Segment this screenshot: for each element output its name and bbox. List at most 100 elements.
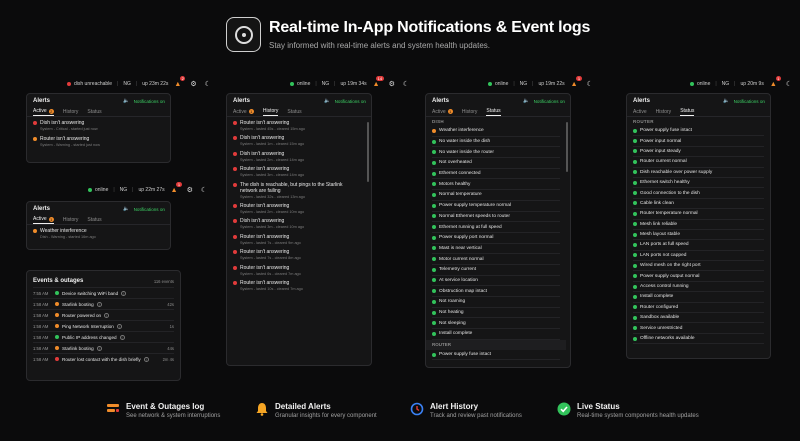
tab-active[interactable]: Active 2: [33, 107, 54, 116]
status-label: No water inside the router: [439, 149, 494, 155]
speaker-icon[interactable]: 🔈: [123, 206, 129, 212]
status-label: Weather interference: [439, 128, 484, 134]
tab-active[interactable]: Active 1: [33, 215, 54, 224]
status-label: Not heating: [439, 310, 464, 316]
alert-history-item[interactable]: Router isn't answering System - lasted 3m…: [233, 166, 361, 177]
speaker-icon[interactable]: 🔈: [324, 98, 330, 104]
alert-history-item[interactable]: Router isn't answering System - lasted 2m…: [233, 203, 361, 214]
event-row[interactable]: 1:58 AM Ping Network Interruption i 1s: [33, 320, 174, 331]
alert-history-item[interactable]: Dish isn't answering System - lasted 2m -…: [233, 151, 361, 162]
alert-item[interactable]: Weather interference Dish - Warning - sta…: [33, 228, 164, 239]
speaker-icon[interactable]: 🔈: [723, 98, 729, 104]
info-icon[interactable]: i: [143, 356, 149, 362]
status-item: Service unrestricted: [633, 323, 764, 334]
bell-icon[interactable]: ▲ 2: [173, 75, 186, 89]
tab-history[interactable]: History: [462, 107, 478, 116]
notifications-toggle[interactable]: Notifications on: [734, 99, 765, 104]
info-icon[interactable]: i: [121, 290, 127, 296]
speaker-icon[interactable]: 🔈: [123, 98, 129, 104]
settings-icon[interactable]: ⚙: [389, 80, 395, 88]
theme-toggle-icon[interactable]: ☾: [201, 186, 207, 194]
scrollbar[interactable]: [566, 122, 568, 172]
status-label: Motor current normal: [439, 256, 484, 262]
theme-toggle-icon[interactable]: ☾: [205, 80, 211, 88]
status-dot-icon: [633, 263, 637, 268]
page-title: Real-time In-App Notifications & Event l…: [269, 19, 591, 36]
alert-history-item[interactable]: Router isn't answering System - lasted 6s…: [233, 265, 361, 276]
info-icon[interactable]: i: [96, 301, 102, 307]
tab-status[interactable]: Status: [486, 107, 501, 116]
tab-active[interactable]: Active: [633, 107, 647, 116]
settings-icon[interactable]: ⚙: [187, 186, 193, 194]
scrollbar[interactable]: [367, 122, 369, 182]
alert-history-item[interactable]: Router isn't answering System - lasted 7s…: [233, 249, 361, 260]
notifications-toggle[interactable]: Notifications on: [134, 99, 165, 104]
tab-active[interactable]: Active 1: [233, 107, 254, 116]
event-row[interactable]: 1:58 AM Starlink booting i 42s: [33, 298, 174, 309]
bell-icon[interactable]: ▲ 1: [769, 75, 781, 89]
status-dot-icon: [432, 235, 436, 240]
alert-history-item[interactable]: The dish is reachable, but pings to the …: [233, 182, 361, 199]
status-label: LAN ports not capped: [640, 252, 687, 258]
status-label: Not overheated: [439, 160, 472, 166]
status-dot-icon: [633, 149, 637, 154]
settings-icon[interactable]: ⚙: [190, 80, 196, 88]
bell-icon[interactable]: ▲ 1: [570, 75, 582, 89]
speaker-icon[interactable]: 🔈: [523, 98, 529, 104]
tab-history[interactable]: History: [656, 107, 672, 116]
event-row[interactable]: 1:58 AM Router lost contact with the dish…: [33, 353, 174, 364]
uptime-label: up 22m 27s: [138, 187, 165, 193]
status-label: Power supply fuse intact: [640, 128, 692, 134]
alert-meta: System - lasted 32s - cleared 13m ago: [240, 194, 305, 199]
event-row[interactable]: 1:58 AM Router powered on i: [33, 309, 174, 320]
event-row[interactable]: 7:55 AM Device switching WiFi band i: [33, 287, 174, 298]
info-icon[interactable]: i: [119, 334, 125, 340]
status-dot-icon: [432, 246, 436, 251]
status-label: Ethernet switch healthy: [640, 180, 690, 186]
tab-badge: 1: [447, 109, 453, 114]
alert-history-item[interactable]: Dish isn't answering System - lasted 1m -…: [233, 135, 361, 146]
check-circle-icon: [557, 402, 571, 416]
tab-history[interactable]: History: [63, 107, 79, 116]
event-row[interactable]: 1:58 AM Public IP address changed i: [33, 331, 174, 342]
info-icon[interactable]: i: [116, 323, 122, 329]
tab-history[interactable]: History: [63, 215, 79, 224]
network-label: NG: [123, 81, 131, 87]
info-icon[interactable]: i: [104, 312, 110, 318]
critical-dot-icon: [233, 234, 237, 239]
bell-icon[interactable]: ▲ 14: [372, 75, 384, 89]
event-row[interactable]: 1:58 AM Starlink booting i 44s: [33, 342, 174, 353]
info-icon[interactable]: i: [96, 345, 102, 351]
status-item: Normal Ethernet speeds to router: [432, 212, 560, 223]
theme-toggle-icon[interactable]: ☾: [587, 80, 593, 88]
alert-history-item[interactable]: Dish isn't answering System - lasted 3m -…: [233, 218, 361, 229]
theme-toggle-icon[interactable]: ☾: [403, 80, 409, 88]
tab-status[interactable]: Status: [680, 107, 695, 116]
connection-status: online: [690, 81, 710, 87]
feature-event-log: Event & Outages log See network & system …: [106, 402, 220, 419]
tab-status[interactable]: Status: [87, 215, 101, 224]
notifications-toggle[interactable]: Notifications on: [134, 207, 165, 212]
status-label: Obstruction map intact: [439, 288, 487, 294]
bell-icon[interactable]: ▲ 1: [170, 181, 182, 195]
status-label: Router configured: [640, 304, 679, 310]
alert-title: Router isn't answering: [240, 120, 290, 126]
notifications-toggle[interactable]: Notifications on: [534, 99, 565, 104]
alert-history-item[interactable]: Router isn't answering System - lasted 10…: [233, 280, 361, 291]
tab-status[interactable]: Status: [87, 107, 101, 116]
status-label: Router temperature normal: [640, 211, 698, 217]
alert-history-item[interactable]: Router isn't answering System - lasted 7s…: [233, 234, 361, 245]
event-duration: 44s: [167, 345, 174, 351]
alert-item[interactable]: Router isn't answering System - Warning -…: [33, 136, 164, 147]
panel-title: Alerts: [432, 98, 450, 104]
notifications-toggle[interactable]: Notifications on: [335, 99, 366, 104]
tab-status[interactable]: Status: [287, 107, 301, 116]
theme-toggle-icon[interactable]: ☾: [786, 80, 792, 88]
alert-item[interactable]: Dish isn't answering System - Critical - …: [33, 120, 164, 131]
tab-active[interactable]: Active 1: [432, 107, 453, 116]
status-label: At service location: [439, 277, 478, 283]
tab-history[interactable]: History: [262, 107, 279, 116]
feature-detailed-alerts: Detailed Alerts Granular insights for eve…: [255, 402, 377, 419]
alert-history-item[interactable]: Router isn't answering System - lasted 45…: [233, 120, 361, 131]
event-text: Router lost contact with the dish briefl…: [62, 356, 141, 362]
